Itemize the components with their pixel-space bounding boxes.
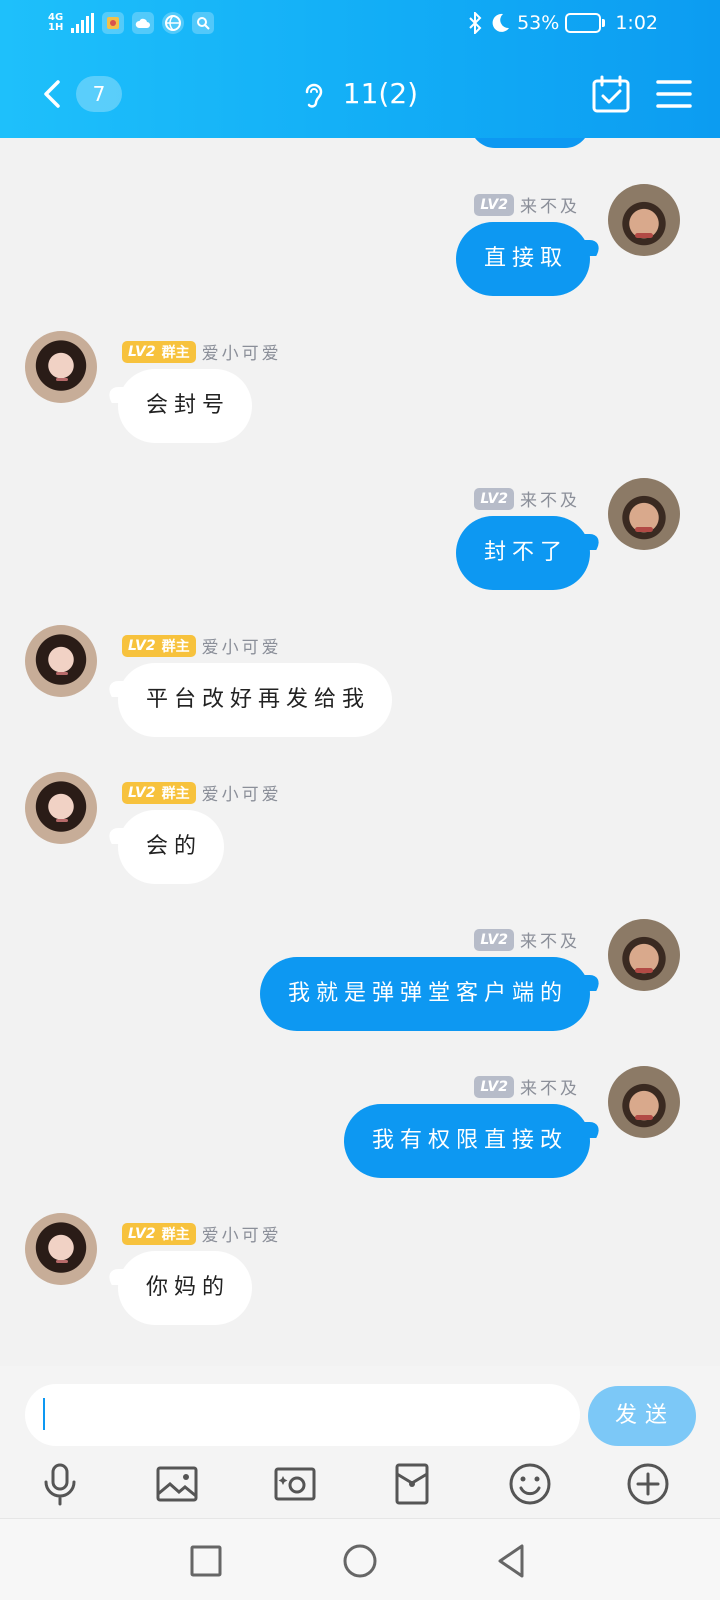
level-text: LV2 <box>128 1225 156 1242</box>
camera-icon <box>274 1467 316 1501</box>
search-icon <box>192 12 215 34</box>
sender-name: 爱小可爱 <box>201 785 282 805</box>
sender-meta: LV2 群主 爱小可爱 <box>122 780 282 805</box>
menu-icon <box>656 80 692 108</box>
menu-button[interactable] <box>656 78 692 110</box>
camera-button[interactable] <box>269 1458 321 1510</box>
text-cursor <box>43 1398 45 1430</box>
image-button[interactable] <box>151 1458 203 1510</box>
send-button[interactable]: 发送 <box>588 1386 696 1446</box>
avatar[interactable] <box>608 478 680 550</box>
message-bubble[interactable]: 我就是弹弹堂客户端的 <box>259 957 590 1031</box>
avatar[interactable] <box>25 1213 97 1285</box>
chat-header: 4G 1H 53% 1:02 7 11(2) <box>0 0 720 138</box>
system-nav-bar <box>0 1518 720 1600</box>
sender-name: 来不及 <box>520 1079 580 1099</box>
home-button[interactable] <box>340 1541 380 1581</box>
sender-name: 爱小可爱 <box>201 638 282 658</box>
status-right: 53% 1:02 <box>467 12 658 34</box>
owner-badge: 群主 <box>161 638 190 655</box>
network-subtype: 1H <box>48 22 64 33</box>
recents-button[interactable] <box>186 1541 226 1581</box>
level-badge: LV2 群主 <box>122 1222 196 1245</box>
level-badge: LV2 <box>474 928 514 951</box>
avatar[interactable] <box>25 625 97 697</box>
status-bar: 4G 1H 53% 1:02 <box>0 8 720 44</box>
message-bubble[interactable]: 封不了 <box>455 516 590 590</box>
composer: 发送 <box>0 1366 720 1518</box>
message-list[interactable]: LV2 来不及 直接取 LV2 群主 爱小可爱 会封号 LV2 来不及 封不了 L… <box>0 138 720 1366</box>
emoji-icon <box>509 1463 551 1505</box>
sender-meta: LV2 群主 爱小可爱 <box>122 339 282 364</box>
message-bubble[interactable]: 会的 <box>118 810 225 884</box>
battery-icon <box>565 13 606 33</box>
image-icon <box>156 1466 198 1502</box>
moon-icon <box>492 13 510 32</box>
system-back-button[interactable] <box>492 1541 532 1581</box>
message-bubble[interactable]: 平台改好再发给我 <box>118 663 393 737</box>
level-badge: LV2 群主 <box>122 340 196 363</box>
group-title: 11(2) <box>342 77 419 110</box>
owner-badge: 群主 <box>161 1226 190 1243</box>
clock: 1:02 <box>615 12 658 34</box>
more-button[interactable] <box>622 1458 674 1510</box>
microphone-icon <box>44 1463 76 1506</box>
sender-name: 来不及 <box>520 932 580 952</box>
back-icon <box>498 1544 524 1578</box>
level-text: LV2 <box>128 637 156 654</box>
sender-meta: LV2 群主 爱小可爱 <box>122 1221 282 1246</box>
sender-name: 来不及 <box>520 197 580 217</box>
emoji-button[interactable] <box>504 1458 556 1510</box>
sender-name: 爱小可爱 <box>201 1226 282 1246</box>
voice-button[interactable] <box>34 1458 86 1510</box>
composer-toolbar <box>0 1458 720 1510</box>
level-badge: LV2 群主 <box>122 781 196 804</box>
avatar[interactable] <box>608 184 680 256</box>
avatar[interactable] <box>25 331 97 403</box>
level-badge: LV2 群主 <box>122 634 196 657</box>
level-badge: LV2 <box>474 487 514 510</box>
sender-meta: LV2 来不及 <box>474 486 580 511</box>
level-badge: LV2 <box>474 193 514 216</box>
red-envelope-icon <box>395 1463 429 1505</box>
calendar-button[interactable] <box>590 74 632 116</box>
avatar[interactable] <box>608 919 680 991</box>
network-indicator: 4G 1H <box>48 13 63 33</box>
message-bubble[interactable]: 我有权限直接改 <box>343 1104 590 1178</box>
status-left: 4G 1H <box>48 12 215 34</box>
avatar[interactable] <box>608 1066 680 1138</box>
sender-meta: LV2 来不及 <box>474 1074 580 1099</box>
sender-name: 爱小可爱 <box>201 344 282 364</box>
plus-icon <box>627 1463 669 1505</box>
sender-meta: LV2 群主 爱小可爱 <box>122 633 282 658</box>
message-bubble[interactable]: 你妈的 <box>118 1251 253 1325</box>
partial-message-bubble <box>470 138 590 148</box>
recents-icon <box>190 1545 222 1577</box>
message-bubble[interactable]: 直接取 <box>455 222 590 296</box>
signal-icon <box>71 13 95 33</box>
browser-icon <box>162 12 185 34</box>
battery-percent: 53% <box>517 12 560 34</box>
sender-meta: LV2 来不及 <box>474 192 580 217</box>
ear-icon[interactable] <box>302 80 326 110</box>
bluetooth-icon <box>469 12 482 34</box>
title-bar: 7 11(2) <box>0 60 720 130</box>
calendar-check-icon <box>592 75 630 113</box>
home-icon <box>343 1544 377 1578</box>
app-icon <box>102 12 125 34</box>
avatar[interactable] <box>25 772 97 844</box>
message-input[interactable] <box>25 1384 580 1446</box>
sender-name: 来不及 <box>520 491 580 511</box>
level-text: LV2 <box>128 343 156 360</box>
red-envelope-button[interactable] <box>386 1458 438 1510</box>
sender-meta: LV2 来不及 <box>474 927 580 952</box>
message-bubble[interactable]: 会封号 <box>118 369 253 443</box>
level-text: LV2 <box>128 784 156 801</box>
owner-badge: 群主 <box>161 344 190 361</box>
cloud-icon <box>132 12 155 34</box>
owner-badge: 群主 <box>161 785 190 802</box>
level-badge: LV2 <box>474 1075 514 1098</box>
